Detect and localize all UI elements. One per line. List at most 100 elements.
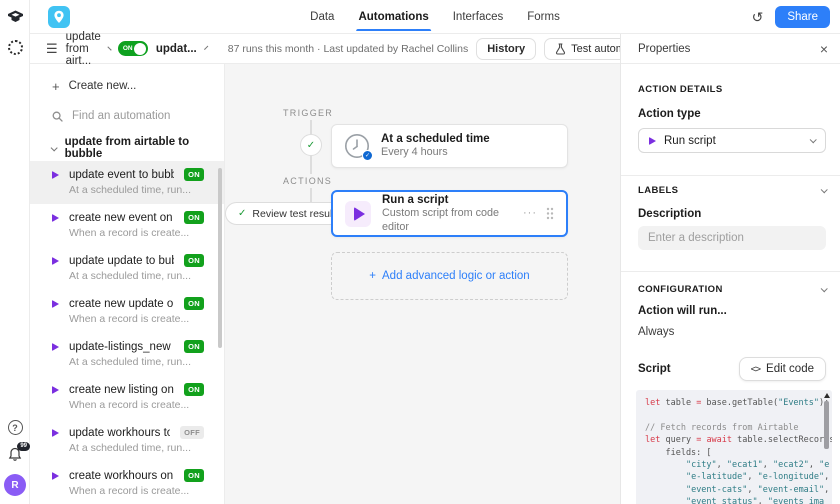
automation-list-item[interactable]: update workhours to bu... OFF At a sched… (30, 419, 224, 462)
notifications-bell-icon[interactable]: 99 (8, 447, 22, 462)
history-undo-icon[interactable]: ↺ (752, 9, 764, 26)
automation-on-toggle[interactable]: ON (118, 41, 148, 56)
collapse-chevron-icon[interactable] (821, 285, 828, 292)
automation-item-title: create new update on b... (69, 298, 174, 310)
automation-item-subtitle: When a record is create... (69, 399, 204, 411)
edit-code-label: Edit code (766, 363, 814, 375)
action-details-label: ACTION DETAILS (638, 84, 723, 95)
automation-item-subtitle: When a record is create... (69, 313, 204, 325)
code-lines: let table = base.getTable("Events"); // … (645, 397, 818, 504)
app-rail: ? 99 R (0, 0, 30, 504)
action-type-value: Run script (664, 135, 716, 147)
run-meta-text: 87 runs this month · Last updated by Rac… (228, 43, 468, 55)
configuration-section-header[interactable]: CONFIGURATION (638, 284, 826, 295)
workspace-logo-icon[interactable] (7, 10, 24, 24)
toggle-state-label: ON (123, 45, 133, 52)
add-advanced-logic-label: Add advanced logic or action (382, 270, 530, 282)
action-type-select[interactable]: Run script (638, 128, 826, 153)
automations-sidebar: + Create new... Find an automation updat… (30, 64, 225, 504)
automation-list-item[interactable]: update update to bubble ON At a schedule… (30, 247, 224, 290)
action-card-selected[interactable]: Run a script Custom script from code edi… (331, 190, 568, 237)
trigger-card[interactable]: ✓ At a scheduled time Every 4 hours (331, 124, 568, 168)
collapse-chevron-icon[interactable] (821, 186, 828, 193)
sidebar-scrollbar[interactable] (218, 168, 222, 348)
search-icon (52, 111, 63, 122)
automation-status-badge: ON (184, 469, 204, 482)
automation-name-chevron-icon[interactable] (204, 46, 208, 50)
code-scrollbar[interactable] (823, 393, 830, 449)
trigger-card-subtitle: Every 4 hours (381, 146, 490, 159)
top-bar: Data Automations Interfaces Forms ↺ Shar… (30, 0, 840, 34)
automation-status-badge: ON (184, 168, 204, 181)
add-advanced-logic-button[interactable]: + Add advanced logic or action (331, 252, 568, 300)
search-placeholder: Find an automation (72, 110, 170, 122)
run-script-icon (345, 201, 371, 227)
help-icon[interactable]: ? (8, 420, 23, 435)
run-script-play-icon (649, 137, 656, 145)
edit-code-button[interactable]: <> Edit code (739, 357, 826, 381)
drag-handle-icon[interactable] (546, 207, 554, 220)
flow-connector-line (310, 188, 312, 202)
breadcrumb[interactable]: update from airt... (66, 31, 101, 67)
automation-item-subtitle: At a scheduled time, run... (69, 442, 204, 454)
labels-label: LABELS (638, 185, 678, 196)
script-label: Script (638, 363, 671, 375)
automation-canvas: TRIGGER ✓ ACTIONS ✓ At a scheduled time … (225, 64, 620, 504)
history-button[interactable]: History (476, 38, 536, 60)
automation-item-title: create workhours on bu... (69, 470, 174, 482)
close-panel-icon[interactable]: × (820, 42, 828, 56)
labels-section-header[interactable]: LABELS (638, 185, 826, 196)
main-tab[interactable]: Automations (356, 2, 430, 31)
trigger-tested-check-icon: ✓ (362, 150, 373, 161)
toggle-knob (134, 43, 146, 55)
automation-status-badge: ON (184, 254, 204, 267)
automation-status-badge: ON (184, 211, 204, 224)
scrollbar-thumb[interactable] (824, 401, 829, 449)
automation-list-item[interactable]: create workhours on bu... ON When a reco… (30, 462, 224, 504)
share-button[interactable]: Share (775, 6, 830, 28)
properties-panel: Properties × ACTION DETAILS Action type … (620, 34, 840, 504)
automation-list-item[interactable]: create new update on b... ON When a reco… (30, 290, 224, 333)
action-card-title: Run a script (382, 193, 512, 207)
automation-play-icon (52, 429, 59, 437)
automation-group-header[interactable]: update from airtable to bubble (30, 135, 224, 161)
app-location-pin-icon[interactable] (48, 6, 70, 28)
automation-list-item[interactable]: update-listings_new ON At a scheduled ti… (30, 333, 224, 376)
review-test-results-label: Review test results (252, 208, 340, 220)
scroll-up-arrow-icon[interactable] (824, 393, 830, 398)
section-divider (621, 175, 840, 176)
automation-list-item[interactable]: update event to bubble ON At a scheduled… (30, 161, 224, 204)
chevron-down-icon (810, 136, 817, 143)
automation-status-badge: ON (184, 340, 204, 353)
run-condition-label: Action will run... (638, 305, 826, 317)
automation-item-title: update-listings_new (69, 341, 174, 353)
script-code-preview[interactable]: let table = base.getTable("Events"); // … (636, 390, 832, 504)
user-avatar[interactable]: R (4, 474, 26, 496)
automation-item-subtitle: At a scheduled time, run... (69, 270, 204, 282)
automation-name[interactable]: updat... (156, 43, 197, 55)
action-type-label: Action type (638, 108, 826, 120)
trigger-card-title: At a scheduled time (381, 132, 490, 146)
find-automation-search[interactable]: Find an automation (30, 103, 224, 129)
automation-list-item[interactable]: create new listing on bu... ON When a re… (30, 376, 224, 419)
main-tab[interactable]: Data (308, 2, 336, 31)
automation-item-subtitle: At a scheduled time, run... (69, 184, 204, 196)
action-card-subtitle: Custom script from code editor (382, 207, 512, 234)
run-condition-value: Always (638, 326, 826, 338)
flask-icon (555, 43, 566, 55)
create-new-button[interactable]: + Create new... (30, 73, 224, 99)
automation-item-subtitle: When a record is create... (69, 485, 204, 497)
sidebar-toggle-icon[interactable]: ☰ (46, 41, 58, 57)
description-input[interactable] (638, 226, 826, 250)
main-tab[interactable]: Interfaces (451, 2, 506, 31)
automation-item-title: update workhours to bu... (69, 427, 170, 439)
check-icon: ✓ (238, 208, 246, 219)
card-more-options-icon[interactable]: ··· (523, 208, 537, 219)
plus-icon: + (52, 79, 60, 94)
automation-status-badge: OFF (180, 426, 204, 439)
automation-item-subtitle: When a record is create... (69, 227, 204, 239)
automation-list-item[interactable]: create new event on bu... ON When a reco… (30, 204, 224, 247)
flow-connector-line (310, 120, 312, 134)
main-tabs: Data Automations Interfaces Forms (308, 0, 562, 34)
main-tab[interactable]: Forms (525, 2, 562, 31)
